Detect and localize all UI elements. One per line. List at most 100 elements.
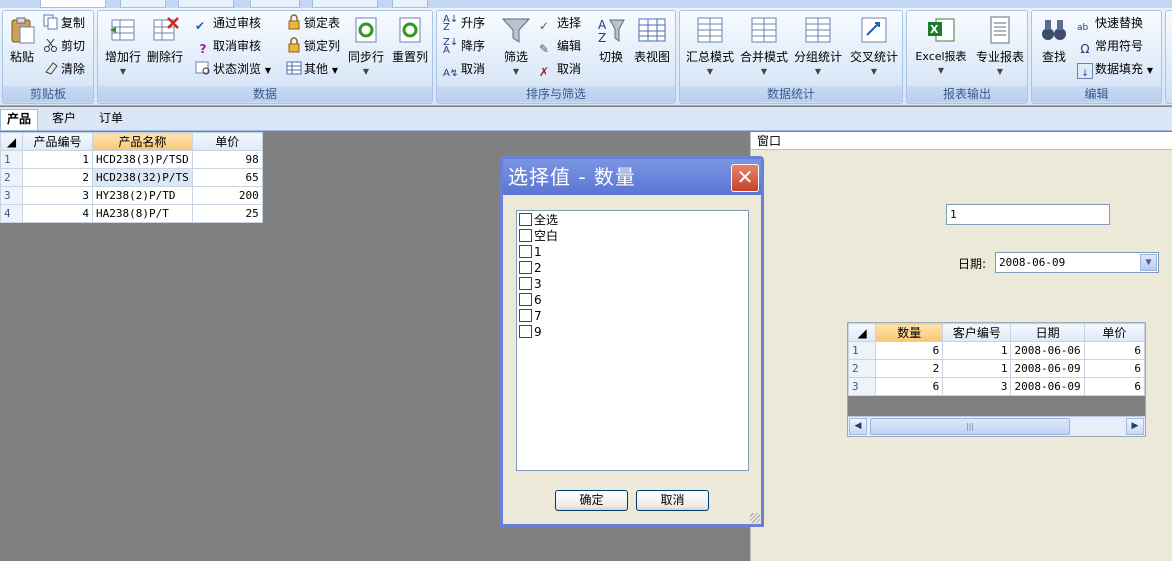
table-row[interactable]: 3 3 HY238(2)P/TD 200 xyxy=(0,186,263,205)
tab-customers[interactable]: 客户 xyxy=(46,109,82,130)
find-button[interactable]: 查找 xyxy=(1035,15,1073,65)
ribbon-tab[interactable] xyxy=(312,0,378,8)
sort-desc-button[interactable]: Z↓ A 降序 xyxy=(443,36,485,56)
unapprove-button[interactable]: ? 取消审核 xyxy=(195,36,262,56)
summary-mode-button[interactable]: 汇总模式 ▼ xyxy=(683,15,737,76)
chevron-right-icon[interactable]: ▶ xyxy=(1126,418,1144,435)
table-row[interactable]: 1 1 HCD238(3)P/TSD 98 xyxy=(0,150,263,169)
fill-button[interactable]: ↓ 数据填充 ▼ xyxy=(1077,59,1153,79)
row-number[interactable]: 1 xyxy=(0,150,23,169)
cell[interactable]: HA238(8)P/T xyxy=(92,204,193,223)
cell[interactable]: 200 xyxy=(191,186,263,205)
list-item[interactable]: 9 xyxy=(517,324,748,340)
cell[interactable]: 1 xyxy=(22,150,93,169)
cell[interactable]: 6 xyxy=(875,341,944,360)
chevron-left-icon[interactable]: ◀ xyxy=(849,418,867,435)
list-item[interactable]: 6 xyxy=(517,292,748,308)
cell[interactable]: 2008-06-09 xyxy=(1010,359,1085,378)
cancel-sort-button[interactable]: A↯ 取消 xyxy=(443,59,485,79)
lock-table-button[interactable]: 锁定表 xyxy=(286,13,340,33)
cell[interactable]: HCD238(32)P/TS xyxy=(92,168,193,187)
value-input[interactable]: 1 xyxy=(946,204,1110,225)
filter-button[interactable]: 筛选 ▼ xyxy=(499,15,533,76)
checkbox[interactable] xyxy=(519,277,532,290)
table-row[interactable]: 1 6 1 2008-06-06 6 xyxy=(848,341,1145,360)
column-header[interactable]: 单价 xyxy=(1083,323,1145,342)
table-row[interactable]: 2 2 1 2008-06-09 6 xyxy=(848,359,1145,378)
list-item[interactable]: 2 xyxy=(517,260,748,276)
ribbon-tab[interactable] xyxy=(178,0,234,8)
clear-button[interactable]: 清除 xyxy=(43,59,85,79)
table-row[interactable]: 2 2 HCD238(32)P/TS 65 xyxy=(0,168,263,187)
cell[interactable]: 2008-06-06 xyxy=(1010,341,1085,360)
ribbon-tab[interactable] xyxy=(392,0,428,8)
row-number[interactable]: 4 xyxy=(0,204,23,223)
column-header[interactable]: 数量 xyxy=(875,323,944,342)
replace-button[interactable]: ab 快速替换 xyxy=(1077,13,1143,33)
scrollbar-thumb[interactable]: ||| xyxy=(870,418,1070,435)
column-header[interactable]: 客户编号 xyxy=(942,323,1012,342)
switch-button[interactable]: AZ 切换 xyxy=(593,15,629,65)
checkbox[interactable] xyxy=(519,213,532,226)
list-item[interactable]: 7 xyxy=(517,308,748,324)
cut-button[interactable]: 剪切 xyxy=(43,36,85,56)
symbols-button[interactable]: Ω 常用符号 xyxy=(1077,36,1143,56)
delete-row-button[interactable]: 删除行 xyxy=(144,15,186,65)
sync-row-button[interactable]: 同步行 ▼ xyxy=(346,15,386,76)
add-row-button[interactable]: 增加行 ▼ xyxy=(102,15,144,76)
table-row[interactable]: 4 4 HA238(8)P/T 25 xyxy=(0,204,263,223)
resize-grip[interactable] xyxy=(750,513,760,523)
cell[interactable]: 6 xyxy=(1083,341,1145,360)
list-item[interactable]: 1 xyxy=(517,244,748,260)
state-browse-button[interactable]: 状态浏览 ▼ xyxy=(195,59,271,79)
cell[interactable]: 2 xyxy=(22,168,93,187)
close-icon[interactable]: ✕ xyxy=(731,164,759,192)
list-item[interactable]: 3 xyxy=(517,276,748,292)
cell[interactable]: 4 xyxy=(22,204,93,223)
cell[interactable]: 98 xyxy=(191,150,263,169)
paste-button[interactable]: 粘贴 xyxy=(6,15,38,65)
copy-button[interactable]: 复制 xyxy=(43,13,85,33)
ok-button[interactable]: 确定 xyxy=(555,490,628,511)
cell[interactable]: 6 xyxy=(1083,377,1145,396)
chevron-down-icon[interactable]: ▼ xyxy=(1140,254,1157,271)
lock-col-button[interactable]: 锁定列 xyxy=(286,36,340,56)
cell[interactable]: 3 xyxy=(22,186,93,205)
cell[interactable]: 65 xyxy=(191,168,263,187)
checkbox[interactable] xyxy=(519,245,532,258)
select-all-corner[interactable]: ◢ xyxy=(848,323,877,342)
cell[interactable]: 25 xyxy=(191,204,263,223)
cancel-button[interactable]: 取消 xyxy=(636,490,709,511)
list-item[interactable]: 全选 xyxy=(517,212,748,228)
cell[interactable]: HY238(2)P/TD xyxy=(92,186,193,205)
ribbon-tab[interactable] xyxy=(120,0,166,8)
reset-col-button[interactable]: 重置列 xyxy=(388,15,432,65)
horizontal-scrollbar[interactable]: ◀ ||| ▶ xyxy=(848,416,1145,436)
cell[interactable]: 1 xyxy=(942,341,1012,360)
row-number[interactable]: 1 xyxy=(848,341,877,360)
merge-mode-button[interactable]: 合并模式 ▼ xyxy=(737,15,791,76)
row-number[interactable]: 2 xyxy=(0,168,23,187)
tab-products[interactable]: 产品 xyxy=(0,109,39,130)
column-header[interactable]: 产品编号 xyxy=(22,132,93,151)
group-stats-button[interactable]: 分组统计 ▼ xyxy=(791,15,845,76)
tab-orders[interactable]: 订单 xyxy=(93,109,129,130)
cell[interactable]: 2 xyxy=(875,359,944,378)
checkbox[interactable] xyxy=(519,325,532,338)
table-row[interactable]: 3 6 3 2008-06-09 6 xyxy=(848,377,1145,396)
list-item[interactable]: 空白 xyxy=(517,228,748,244)
table-view-button[interactable]: 表视图 xyxy=(631,15,673,65)
edit-filter-button[interactable]: ✎ 编辑 xyxy=(539,36,581,56)
row-number[interactable]: 3 xyxy=(0,186,23,205)
cell[interactable]: 2008-06-09 xyxy=(1010,377,1085,396)
checkbox[interactable] xyxy=(519,293,532,306)
row-number[interactable]: 2 xyxy=(848,359,877,378)
cell[interactable]: 6 xyxy=(875,377,944,396)
cancel-filter-button[interactable]: ✗ 取消 xyxy=(539,59,581,79)
other-button[interactable]: 其他 ▼ xyxy=(286,59,338,79)
select-all-corner[interactable]: ◢ xyxy=(0,132,23,151)
select-filter-button[interactable]: ✓ 选择 xyxy=(539,13,581,33)
column-header[interactable]: 产品名称 xyxy=(92,132,193,151)
date-combo[interactable]: 2008-06-09 ▼ xyxy=(995,252,1159,273)
approve-button[interactable]: ✔ 通过审核 xyxy=(195,13,261,33)
